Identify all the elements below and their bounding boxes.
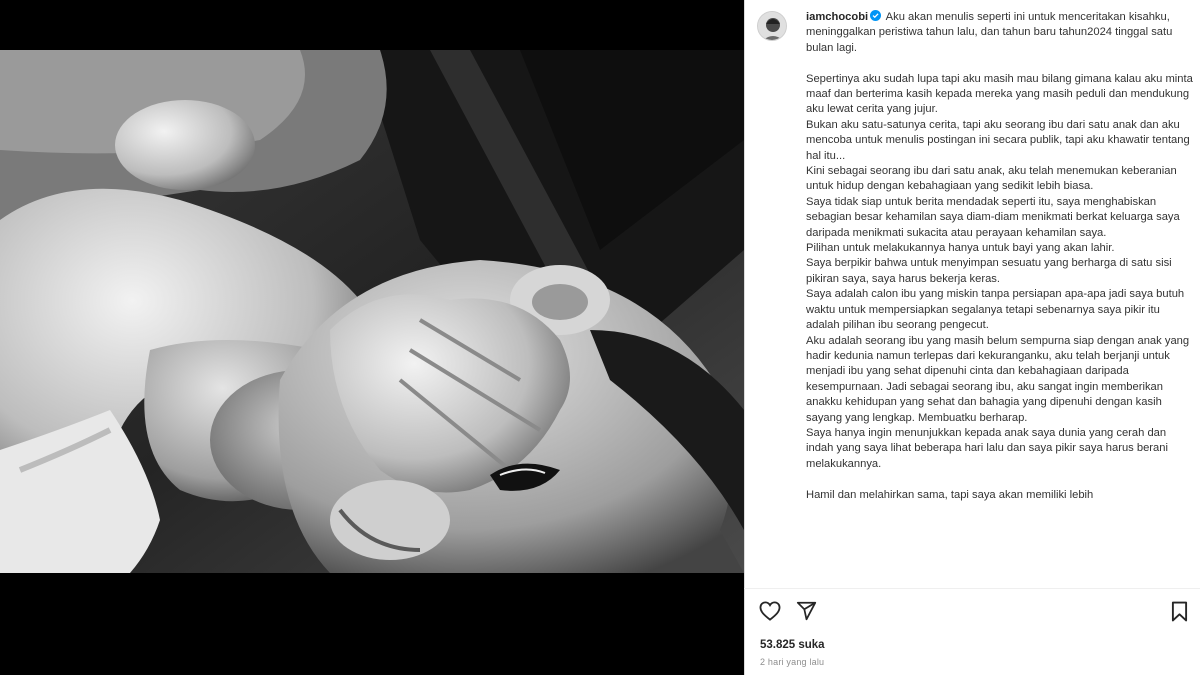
caption-line-4: Kini sebagai seorang ibu dari satu anak,… (806, 165, 1177, 193)
caption-line-0: iamchocobi Aku akan menulis seperti ini … (806, 10, 1194, 56)
caption-line-7: Saya berpikir bahwa untuk menyimpan sesu… (806, 257, 1172, 285)
caption-line-3: Bukan aku satu-satunya cerita, tapi aku … (806, 118, 1190, 162)
baby-photo-image (0, 50, 744, 573)
post-caption: iamchocobi Aku akan menulis seperti ini … (806, 10, 1194, 588)
verified-badge-icon (870, 10, 882, 21)
caption-line-2: Sepertinya aku sudah lupa tapi aku masih… (806, 72, 1193, 116)
caption-line-10: Saya hanya ingin menunjukkan kepada anak… (806, 426, 1168, 470)
post-timestamp[interactable]: 2 hari yang lalu (760, 657, 824, 667)
bookmark-icon[interactable] (1171, 601, 1188, 622)
paper-plane-icon[interactable] (796, 601, 817, 621)
avatar[interactable] (757, 11, 787, 41)
post-photo[interactable] (0, 50, 744, 573)
caption-line-12: Hamil dan melahirkan sama, tapi saya aka… (806, 488, 1094, 501)
caption-line-8: Saya adalah calon ibu yang miskin tanpa … (806, 288, 1185, 332)
heart-icon[interactable] (759, 601, 781, 621)
instagram-post-view: iamchocobi Aku akan menulis seperti ini … (0, 0, 1200, 675)
likes-count[interactable]: 53.825 suka (760, 639, 825, 651)
caption-line-9: Aku adalah seorang ibu yang masih belum … (806, 334, 1190, 424)
caption-line-6: Pilihan untuk melakukannya hanya untuk b… (806, 242, 1115, 255)
post-media (0, 0, 744, 675)
caption-line-5: Saya tidak siap untuk berita mendadak se… (806, 195, 1180, 239)
username[interactable]: iamchocobi (806, 11, 868, 23)
